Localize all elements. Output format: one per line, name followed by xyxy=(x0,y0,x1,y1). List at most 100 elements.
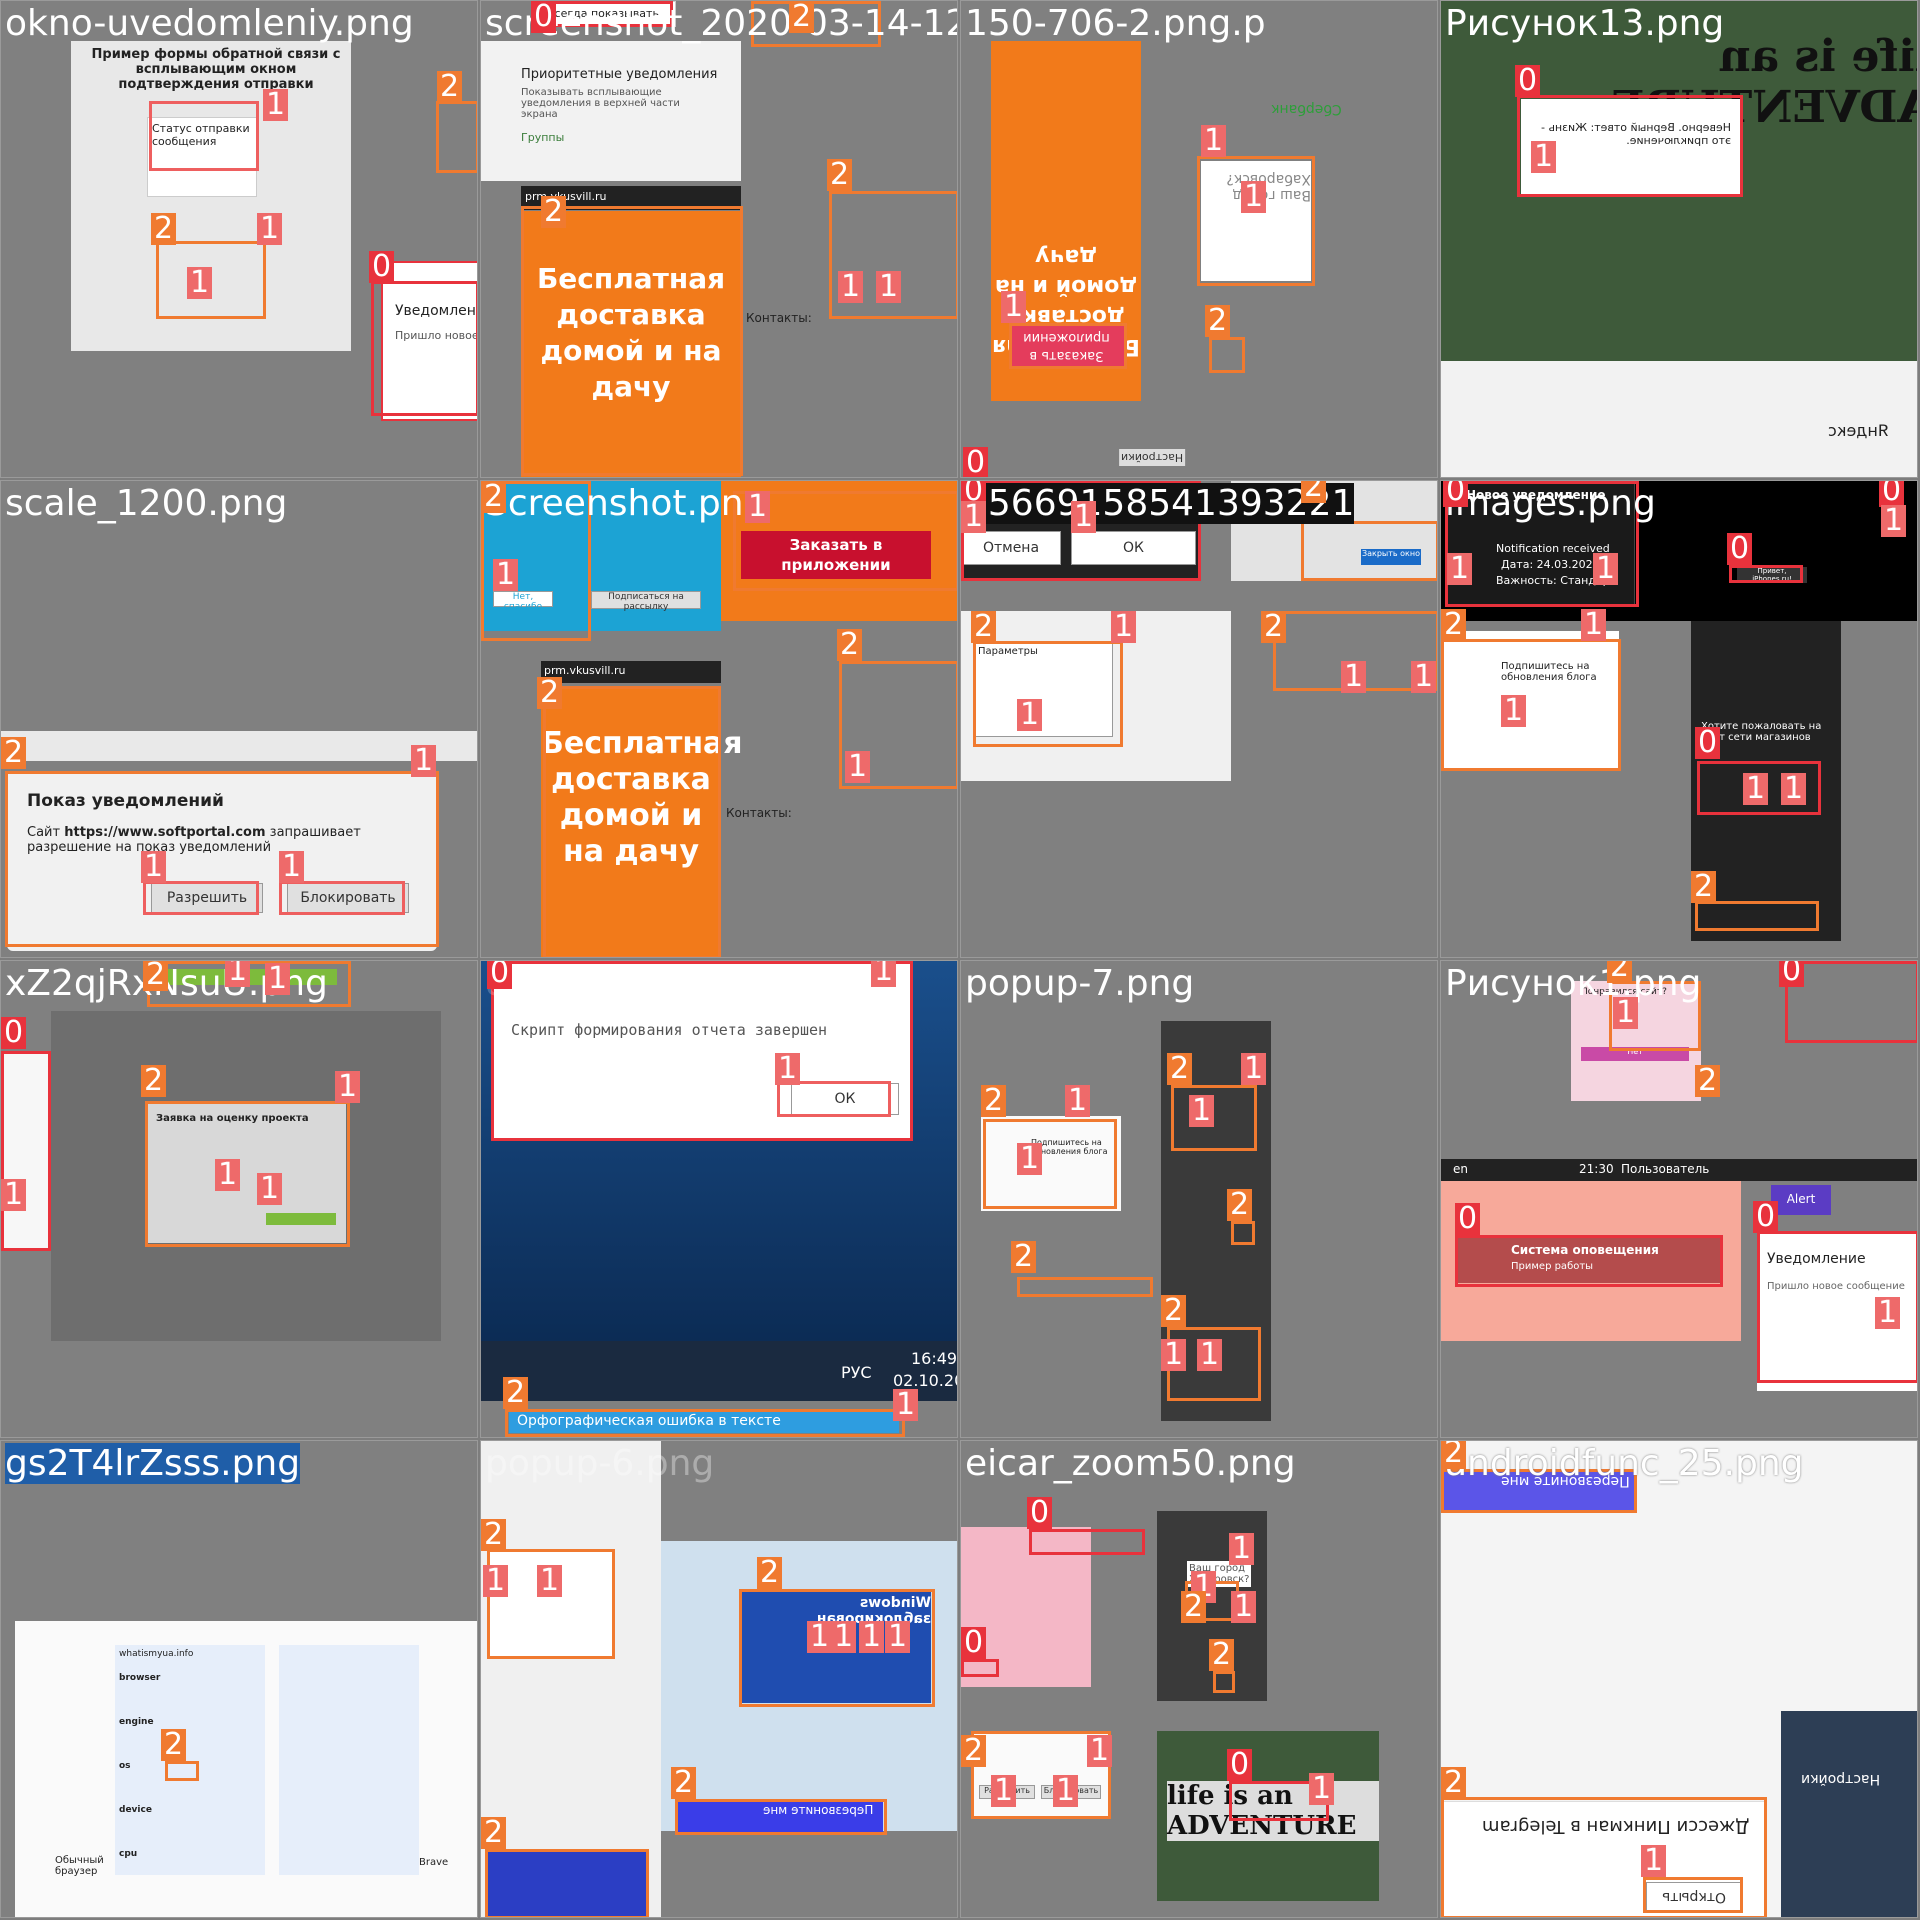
annotation-box xyxy=(143,881,259,915)
annotation-label: 2 xyxy=(1261,611,1287,643)
annotation-label: 2 xyxy=(481,1817,507,1849)
annotation-label: 1 xyxy=(225,961,251,987)
brave-label: Brave xyxy=(419,1857,449,1868)
tile-title: 8y9Po.png xyxy=(485,963,674,1004)
tile-4: life is an ADVENTURE Неверно. Верный отв… xyxy=(1440,0,1918,478)
annotation-label: 0 xyxy=(1227,1749,1253,1781)
tile-12: Понравился сайт? Нет en 21:30 Пользовате… xyxy=(1440,960,1918,1438)
tile-title: scale_1200.png xyxy=(5,483,288,524)
annotation-label: 1 xyxy=(1613,997,1639,1029)
annotation-box xyxy=(1785,961,1917,1043)
annotation-label: 1 xyxy=(1641,1845,1667,1877)
annotation-box xyxy=(371,281,477,416)
annotation-label: 0 xyxy=(1727,533,1753,565)
settings-label: Настройки xyxy=(1801,1771,1881,1787)
annotation-label: 2 xyxy=(503,1377,529,1409)
annotation-label: 0 xyxy=(1695,727,1721,759)
tile-2: Приоритетные уведомления Показывать вспл… xyxy=(480,0,958,478)
annotation-label: 1 xyxy=(775,1053,801,1085)
annotation-label: 2 xyxy=(1691,871,1717,903)
annotation-label: 1 xyxy=(1593,553,1619,585)
annotation-label: 1 xyxy=(1087,1735,1113,1767)
annotation-label: 1 xyxy=(279,851,305,883)
store-welcome: Хотите пожаловать на сайт сети магазинов xyxy=(1701,721,1822,743)
annotation-label: 1 xyxy=(893,1389,919,1421)
tile-title: popup-6.png xyxy=(485,1443,715,1484)
device-label: device xyxy=(119,1805,152,1815)
annotation-box xyxy=(1213,1671,1235,1693)
annotation-label: 2 xyxy=(1441,1441,1467,1469)
phone-screens: whatismyua.info browser engine os device… xyxy=(15,1621,477,1917)
annotation-box xyxy=(279,881,405,915)
annotation-label: 2 xyxy=(1,737,27,769)
annotation-label: 0 xyxy=(1753,1201,1779,1233)
annotation-label: 2 xyxy=(971,611,997,643)
tile-10: Скрипт формирования отчета завершен ОК Р… xyxy=(480,960,958,1438)
annotation-label: 1 xyxy=(1197,1339,1223,1371)
annotation-label: 1 xyxy=(1309,1773,1335,1805)
annotation-box xyxy=(1,1051,51,1251)
annotation-box xyxy=(1231,1221,1255,1245)
yandex-label: Яндекс xyxy=(1828,421,1889,440)
annotation-label: 1 xyxy=(876,271,902,303)
annotation-box xyxy=(1643,1877,1743,1913)
annotation-box xyxy=(983,1119,1117,1209)
annotation-box xyxy=(961,1659,999,1677)
annotation-label: 2 xyxy=(541,196,567,228)
annotation-label: 1 xyxy=(1161,1339,1187,1371)
tile-5: Показ уведомлений Сайт https://www.softp… xyxy=(0,480,478,958)
annotation-label: 1 xyxy=(1017,1143,1043,1175)
annotation-label: 2 xyxy=(1167,1053,1193,1085)
tile-title: Рисунок1.png xyxy=(1445,963,1702,1004)
annotation-label: 0 xyxy=(1027,1497,1053,1529)
annotation-label: 0 xyxy=(1,1017,27,1049)
user-menu[interactable]: Пользователь xyxy=(1621,1162,1709,1176)
settings-heading: Приоритетные уведомления xyxy=(521,67,718,82)
annotation-label: 0 xyxy=(531,1,557,33)
annotation-label: 1 xyxy=(1231,1591,1257,1623)
annotation-label: 1 xyxy=(961,501,987,533)
annotation-label: 1 xyxy=(1501,695,1527,727)
annotation-label: 1 xyxy=(885,1621,911,1653)
contacts-label: Контакты: xyxy=(746,311,812,325)
annotation-label: 0 xyxy=(1779,961,1805,987)
annotation-label: 2 xyxy=(437,71,463,103)
annotation-label: 1 xyxy=(215,1159,241,1191)
annotation-label: 2 xyxy=(1011,1241,1037,1273)
annotation-label: 2 xyxy=(1161,1295,1187,1327)
annotation-label: 1 xyxy=(1071,501,1097,533)
tile-3: Бесплатная доставка домой и на дачу Зака… xyxy=(960,0,1438,478)
annotation-label: 1 xyxy=(831,1621,857,1653)
tile-title: eicar_zoom50.png xyxy=(965,1443,1296,1484)
annotation-label: 2 xyxy=(671,1767,697,1799)
annotation-label: 1 xyxy=(1411,661,1437,693)
annotation-box xyxy=(505,1409,905,1437)
annotation-label: 0 xyxy=(1455,1203,1481,1235)
annotation-label: 1 xyxy=(483,1565,509,1597)
annotation-label: 1 xyxy=(1053,1775,1079,1807)
annotation-label: 2 xyxy=(827,159,853,191)
annotation-label: 1 xyxy=(537,1565,563,1597)
annotation-label: 1 xyxy=(1241,1053,1267,1085)
annotation-label: 2 xyxy=(1205,305,1231,337)
tile-8: Новое уведомление Notification received … xyxy=(1440,480,1918,958)
system-taskbar: en 21:30 Пользователь xyxy=(1441,1159,1917,1181)
annotation-label: 2 xyxy=(981,1085,1007,1117)
settings-label: Настройки xyxy=(1119,449,1186,466)
annotation-box xyxy=(436,101,477,173)
bank-logo-text: Сбербанк xyxy=(1271,101,1342,117)
tile-13: whatismyua.info browser engine os device… xyxy=(0,1440,478,1918)
annotation-box xyxy=(145,1101,350,1247)
annotation-label: 1 xyxy=(871,961,897,987)
annotation-box xyxy=(1209,337,1245,373)
annotation-label: 1 xyxy=(265,963,291,995)
annotation-label: 1 xyxy=(1447,553,1473,585)
annotation-label: 0 xyxy=(1443,481,1469,507)
tile-title: images.png xyxy=(1445,483,1656,524)
annotation-label: 2 xyxy=(1301,481,1327,503)
annotation-box xyxy=(1009,323,1127,369)
subscribe-button[interactable]: Подписаться на рассылку xyxy=(591,591,701,612)
annotation-box xyxy=(5,771,439,947)
annotation-box xyxy=(485,1849,649,1917)
alert-button[interactable]: Alert xyxy=(1771,1185,1831,1215)
